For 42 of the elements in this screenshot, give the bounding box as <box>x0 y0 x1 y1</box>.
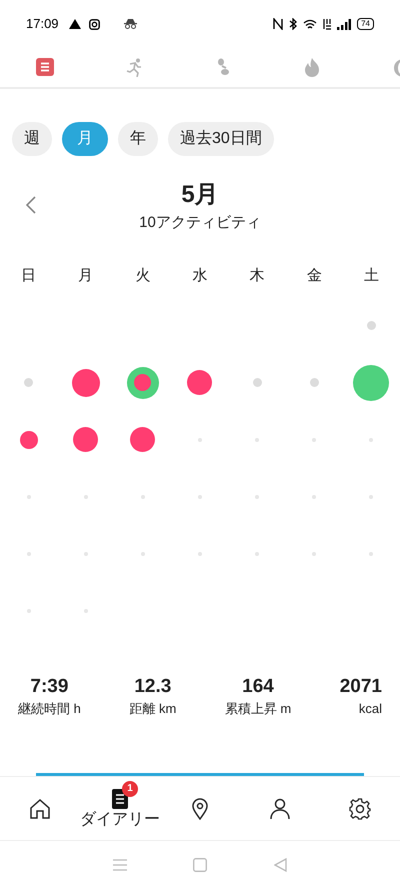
settings-icon <box>349 798 371 820</box>
weekday-label: 月 <box>78 266 94 286</box>
notification-badge: 1 <box>122 780 138 796</box>
bluetooth-icon <box>289 18 298 30</box>
person-icon <box>269 798 291 820</box>
weekday-label: 金 <box>306 266 322 286</box>
stat-value: 2071 <box>340 675 382 699</box>
period-chip[interactable]: 年 <box>118 122 158 156</box>
month-title: 5月 <box>181 180 219 210</box>
camera-icon <box>88 18 100 30</box>
back-triangle-icon[interactable] <box>274 858 287 872</box>
flame-icon <box>302 58 320 77</box>
activity-count: 10アクティビティ <box>139 213 261 233</box>
stat-label: 累積上昇 m <box>224 700 292 718</box>
stat-value: 7:39 <box>30 675 68 699</box>
nfc-icon <box>273 18 284 30</box>
incognito-icon <box>124 19 137 29</box>
battery-icon: 74 <box>357 18 374 30</box>
stat-label: 継続時間 h <box>18 700 81 718</box>
status-time: 17:09 <box>26 15 59 34</box>
list-icon <box>36 58 54 77</box>
stat-label: kcal <box>358 700 382 718</box>
weekday-label: 日 <box>21 266 36 286</box>
back-chevron-icon[interactable] <box>26 196 36 214</box>
weekday-label: 土 <box>364 266 379 286</box>
weekday-label: 水 <box>192 266 208 286</box>
weekday-label: 火 <box>135 266 150 286</box>
signal-icon <box>337 18 352 30</box>
stat-value: 164 <box>242 675 274 699</box>
stat-label: 距離 km <box>129 700 176 718</box>
stat-value: 12.3 <box>134 675 172 699</box>
home-icon <box>29 798 51 820</box>
volte-icon <box>323 18 332 30</box>
nav-tab[interactable]: 1 ダイアリー <box>80 777 160 840</box>
runner-icon <box>124 58 142 77</box>
warning-icon <box>68 19 81 29</box>
period-chip[interactable]: 過去30日間 <box>168 122 274 156</box>
home-square-icon[interactable] <box>193 858 208 872</box>
menu-icon[interactable] <box>113 858 128 870</box>
wifi-icon <box>303 18 318 30</box>
period-chip[interactable]: 週 <box>12 122 52 156</box>
weekday-label: 木 <box>250 266 265 286</box>
